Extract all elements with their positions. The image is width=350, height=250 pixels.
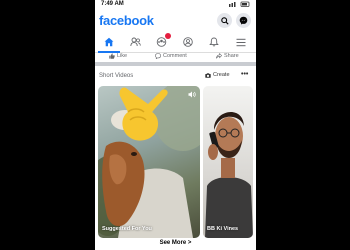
notification-badge [165, 33, 171, 39]
share-icon [216, 53, 222, 59]
phone-screen: 7:49 AM facebook Like Comment Share Shor… [95, 0, 256, 250]
thumbs-up-icon [109, 53, 115, 59]
groups-icon [156, 37, 166, 47]
tab-menu[interactable] [230, 35, 252, 49]
more-options-button[interactable]: ••• [241, 71, 248, 78]
share-label: Share [224, 53, 239, 59]
status-icons [229, 1, 251, 9]
menu-icon [236, 38, 246, 46]
friends-icon [129, 37, 141, 47]
tab-friends[interactable] [124, 35, 146, 49]
facebook-logo[interactable]: facebook [99, 13, 154, 28]
video-card-bb-ki-vines[interactable]: BB Ki Vines [203, 86, 253, 238]
search-icon [220, 16, 229, 25]
app-header: facebook [95, 11, 256, 31]
comment-label: Comment [163, 53, 187, 59]
tab-notifications[interactable] [203, 35, 225, 49]
see-more-label: See More [159, 240, 187, 246]
video-thumbnail [205, 112, 253, 238]
share-button[interactable]: Share [216, 53, 239, 59]
search-button[interactable] [217, 13, 232, 28]
post-actions: Like Comment Share [95, 52, 256, 62]
messenger-icon [239, 16, 248, 25]
comment-icon [155, 53, 161, 59]
like-button[interactable]: Like [109, 53, 127, 59]
short-videos-title: Short Videos [99, 73, 134, 79]
section-divider [95, 62, 256, 66]
profile-icon [183, 37, 193, 47]
status-bar: 7:49 AM [95, 0, 256, 10]
messenger-button[interactable] [236, 13, 251, 28]
create-label: Create [213, 72, 230, 78]
comment-button[interactable]: Comment [155, 53, 187, 59]
hand-emoji-overlay [119, 87, 168, 141]
camera-icon [205, 72, 211, 78]
tab-groups[interactable] [150, 33, 172, 49]
see-more-link[interactable]: See More > [95, 240, 256, 246]
tab-home[interactable] [98, 35, 120, 49]
create-button[interactable]: Create [205, 72, 230, 78]
status-time: 7:49 AM [101, 1, 124, 7]
home-icon [104, 37, 114, 47]
like-label: Like [117, 53, 128, 59]
chevron-right-icon: > [187, 240, 192, 246]
video-card-label: Suggested For You [102, 226, 152, 232]
tab-bar [95, 32, 256, 53]
video-card-suggested[interactable]: Suggested For You [98, 86, 200, 238]
bell-icon [209, 37, 219, 47]
tab-profile[interactable] [177, 35, 199, 49]
video-card-label: BB Ki Vines [207, 226, 239, 232]
sound-icon[interactable] [188, 91, 196, 98]
